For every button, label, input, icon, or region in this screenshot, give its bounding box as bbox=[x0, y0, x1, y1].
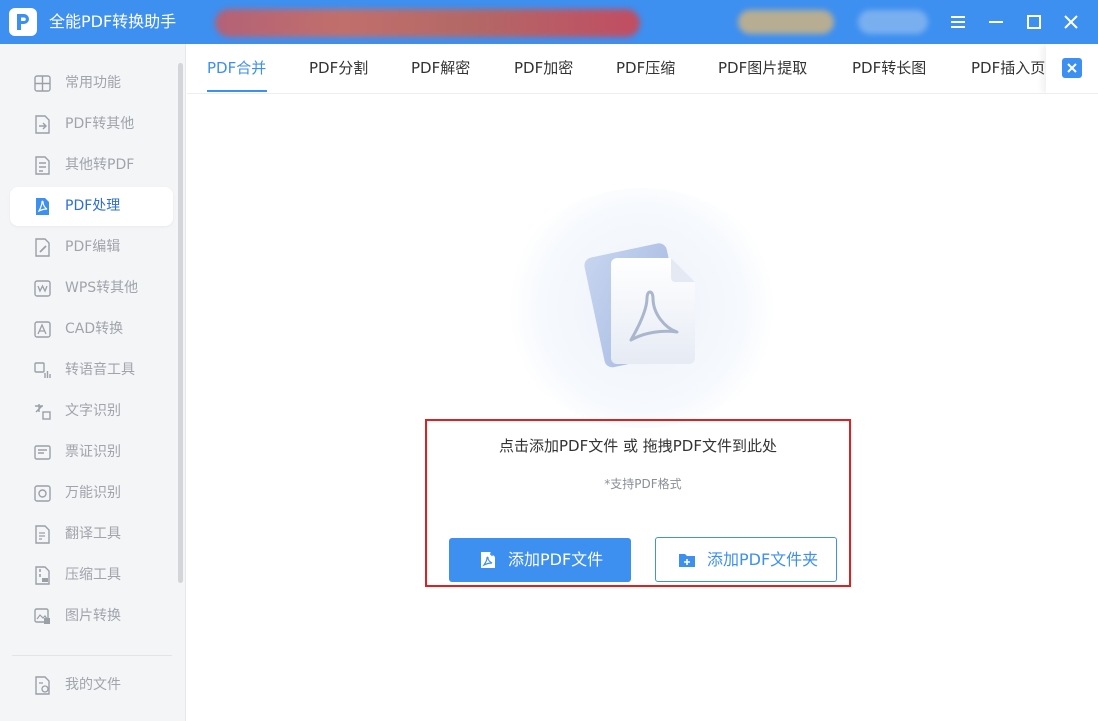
sidebar-item-label: PDF转其他 bbox=[65, 116, 135, 132]
close-icon[interactable] bbox=[1057, 8, 1085, 36]
sidebar-item-pdf-to-other[interactable]: PDF转其他 bbox=[10, 105, 173, 144]
sidebar-item-wps[interactable]: WPS转其他 bbox=[10, 269, 173, 308]
hamburger-menu-icon[interactable] bbox=[944, 8, 972, 36]
text-ocr-icon bbox=[35, 404, 51, 420]
wps-icon bbox=[34, 280, 51, 297]
sidebar-item-zip[interactable]: 压缩工具 bbox=[10, 556, 173, 595]
active-tab-indicator bbox=[207, 90, 267, 92]
tab-pdf-split[interactable]: PDF分割 bbox=[309, 58, 368, 78]
sidebar-item-label: WPS转其他 bbox=[65, 280, 139, 296]
app-title: 全能PDF转换助手 bbox=[49, 12, 177, 31]
sidebar-item-label: 转语音工具 bbox=[65, 362, 135, 378]
ticket-icon bbox=[34, 445, 51, 460]
zip-icon bbox=[35, 566, 50, 585]
tab-pdf-merge[interactable]: PDF合并 bbox=[207, 58, 266, 78]
sidebar-item-label: 图片转换 bbox=[65, 608, 121, 624]
maximize-icon[interactable] bbox=[1020, 8, 1048, 36]
sidebar-item-translate[interactable]: 翻译工具 bbox=[10, 515, 173, 554]
grid-icon bbox=[34, 75, 51, 92]
title-bar: 全能PDF转换助手 bbox=[0, 0, 1098, 44]
minimize-icon[interactable] bbox=[982, 8, 1010, 36]
tab-pdf-insert-page[interactable]: PDF插入页 bbox=[971, 58, 1045, 78]
sidebar-item-speech[interactable]: 转语音工具 bbox=[10, 351, 173, 390]
sidebar-item-my-files[interactable]: 我的文件 bbox=[10, 666, 173, 705]
sidebar-item-label: 翻译工具 bbox=[65, 526, 121, 542]
sidebar-item-label: PDF处理 bbox=[65, 198, 121, 214]
sidebar-divider bbox=[12, 655, 172, 656]
sidebar-item-label: 我的文件 bbox=[65, 677, 121, 693]
sidebar-item-label: 万能识别 bbox=[65, 485, 121, 501]
sidebar-item-label: 其他转PDF bbox=[65, 157, 135, 173]
add-folder-icon bbox=[679, 554, 695, 567]
add-pdf-file-button[interactable]: 添加PDF文件 bbox=[449, 538, 631, 582]
sidebar-item-image-convert[interactable]: 图片转换 bbox=[10, 597, 173, 636]
user-account[interactable] bbox=[858, 10, 928, 34]
vip-badge[interactable] bbox=[738, 10, 834, 34]
tab-pdf-to-long-image[interactable]: PDF转长图 bbox=[852, 58, 926, 78]
sidebar-item-other-to-pdf[interactable]: 其他转PDF bbox=[10, 146, 173, 185]
add-pdf-folder-label: 添加PDF文件夹 bbox=[707, 550, 819, 569]
to-pdf-icon bbox=[35, 156, 50, 175]
tab-pdf-decrypt[interactable]: PDF解密 bbox=[411, 58, 470, 78]
sidebar-item-text-ocr[interactable]: 文字识别 bbox=[10, 392, 173, 431]
sidebar-item-cad[interactable]: CAD转换 bbox=[10, 310, 173, 349]
sidebar-item-ticket-ocr[interactable]: 票证识别 bbox=[10, 433, 173, 472]
cad-icon bbox=[34, 321, 51, 338]
sidebar-item-label: PDF编辑 bbox=[65, 239, 121, 255]
close-tabs-icon[interactable] bbox=[1062, 58, 1082, 78]
tab-pdf-image-extract[interactable]: PDF图片提取 bbox=[718, 58, 807, 78]
sidebar-item-label: 文字识别 bbox=[65, 403, 121, 419]
tab-close-area bbox=[1046, 44, 1098, 93]
image-convert-icon bbox=[34, 608, 50, 624]
translate-icon bbox=[35, 525, 50, 544]
sidebar: 常用功能 PDF转其他 其他转PDF PDF处理 PDF编辑 WPS转其他 CA… bbox=[0, 44, 186, 721]
tab-pdf-encrypt[interactable]: PDF加密 bbox=[514, 58, 573, 78]
sidebar-scrollbar[interactable] bbox=[178, 63, 183, 583]
universal-ocr-icon bbox=[34, 485, 51, 502]
tab-pdf-compress[interactable]: PDF压缩 bbox=[616, 58, 675, 78]
format-note: *支持PDF格式 bbox=[604, 477, 682, 491]
sidebar-item-label: CAD转换 bbox=[65, 321, 124, 337]
sidebar-item-label: 常用功能 bbox=[65, 75, 121, 91]
tab-bar: PDF合并 PDF分割 PDF解密 PDF加密 PDF压缩 PDF图片提取 PD… bbox=[187, 44, 1098, 94]
sidebar-item-label: 票证识别 bbox=[65, 444, 121, 460]
pdf-convert-icon bbox=[35, 115, 50, 134]
pdf-edit-icon bbox=[35, 238, 50, 257]
app-logo-icon bbox=[9, 8, 37, 36]
sidebar-item-pdf-edit[interactable]: PDF编辑 bbox=[10, 228, 173, 267]
pdf-file-illustration-icon bbox=[584, 243, 695, 368]
promo-banner[interactable] bbox=[215, 9, 640, 37]
my-files-icon bbox=[35, 676, 50, 695]
sidebar-item-common[interactable]: 常用功能 bbox=[10, 64, 173, 103]
pdf-process-icon bbox=[36, 198, 49, 215]
add-pdf-file-label: 添加PDF文件 bbox=[508, 550, 604, 569]
sidebar-item-universal-ocr[interactable]: 万能识别 bbox=[10, 474, 173, 513]
drop-prompt-text: 点击添加PDF文件 或 拖拽PDF文件到此处 bbox=[499, 437, 777, 455]
speech-icon bbox=[34, 362, 51, 378]
sidebar-item-pdf-process[interactable]: PDF处理 bbox=[10, 187, 173, 226]
add-pdf-folder-button[interactable]: 添加PDF文件夹 bbox=[655, 537, 837, 582]
sidebar-item-label: 压缩工具 bbox=[65, 567, 121, 583]
add-file-icon bbox=[481, 552, 495, 568]
